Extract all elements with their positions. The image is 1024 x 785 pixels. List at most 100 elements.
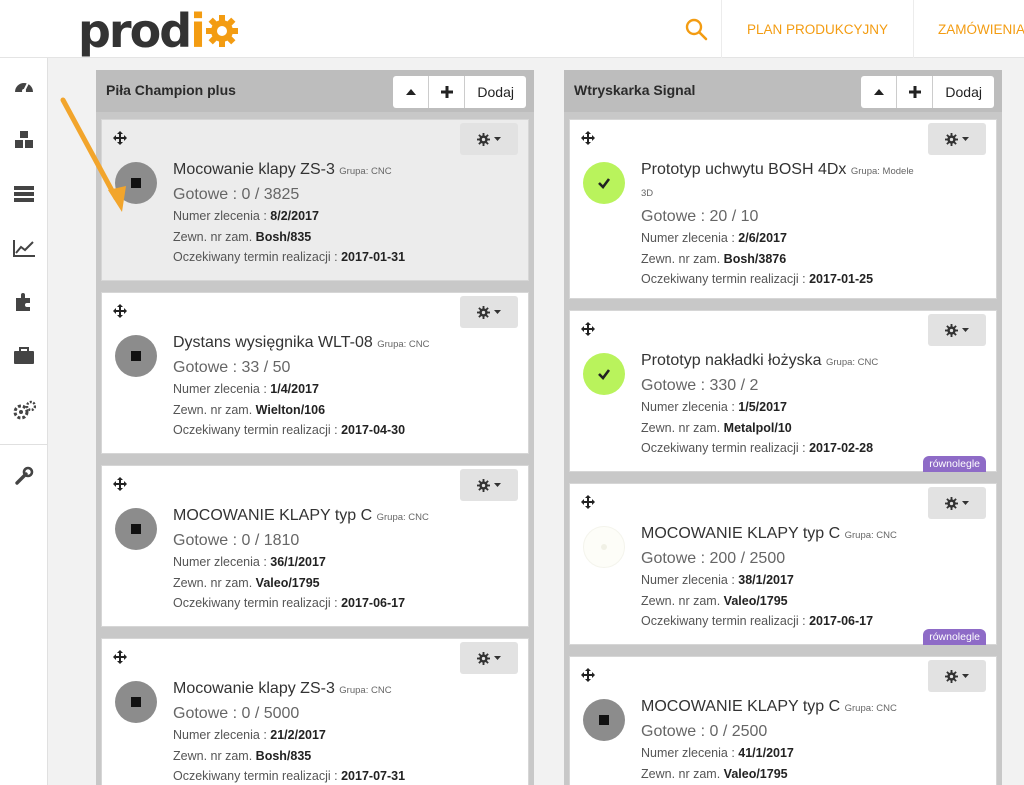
gear-icon (945, 669, 958, 683)
order-card[interactable]: MOCOWANIE KLAPY typ C Grupa: CNC Gotowe … (569, 656, 997, 785)
order-number: 1/5/2017 (738, 400, 787, 414)
machine-column-2: Wtryskarka Signal Dodaj Prototyp uchwytu… (564, 70, 1002, 785)
due-date: 2017-06-17 (341, 596, 406, 610)
sidebar-item-settings[interactable] (0, 390, 48, 430)
order-number-label: Numer zlecenia : (641, 231, 739, 245)
due-date: 2017-07-31 (341, 769, 406, 783)
done-label: Gotowe : (641, 377, 710, 394)
external-number: Valeo/1795 (255, 575, 320, 590)
sidebar-item-reports[interactable] (0, 228, 48, 268)
sidebar-item-products[interactable] (0, 120, 48, 160)
status-stop-icon[interactable] (115, 335, 157, 377)
done-label: Gotowe : (641, 208, 710, 225)
move-icon[interactable] (581, 668, 595, 687)
order-card[interactable]: Mocowanie klapy ZS-3 Grupa: CNC Gotowe :… (101, 119, 529, 281)
card-settings-button[interactable] (460, 469, 518, 501)
status-stop-icon[interactable] (115, 508, 157, 550)
add-plus-button[interactable] (897, 76, 934, 108)
due-date: 2017-04-30 (341, 423, 406, 437)
order-title: Prototyp nakładki łożyska (641, 352, 822, 369)
card-settings-button[interactable] (460, 123, 518, 155)
due-date-label: Oczekiwany termin realizacji : (641, 441, 810, 455)
search-icon (685, 18, 707, 41)
gear-icon (477, 132, 490, 146)
order-group: Grupa: CNC (377, 339, 430, 350)
card-settings-button[interactable] (928, 123, 986, 155)
logo-accent: i (190, 4, 206, 58)
gear-icon (945, 132, 958, 146)
order-number: 38/1/2017 (738, 573, 794, 587)
parallel-badge: równolegle (923, 629, 986, 645)
card-settings-button[interactable] (928, 314, 986, 346)
move-icon[interactable] (113, 477, 127, 496)
caret-down-icon (962, 674, 969, 678)
order-title: MOCOWANIE KLAPY typ C (641, 525, 841, 542)
order-title: MOCOWANIE KLAPY typ C (173, 507, 373, 524)
column-button-group: Dodaj (861, 76, 994, 108)
plus-icon (908, 86, 921, 98)
caret-down-icon (962, 137, 969, 141)
caret-down-icon (494, 137, 501, 141)
sidebar-item-tools[interactable] (0, 456, 48, 496)
order-card[interactable]: Mocowanie klapy ZS-3 Grupa: CNC Gotowe :… (101, 638, 529, 785)
move-icon[interactable] (581, 322, 595, 341)
nav-orders[interactable]: ZAMÓWIENIA (938, 0, 1024, 58)
order-card[interactable]: MOCOWANIE KLAPY typ C Grupa: CNC Gotowe … (101, 465, 529, 627)
status-progress-icon[interactable] (583, 526, 625, 568)
order-card[interactable]: Dystans wysięgnika WLT-08 Grupa: CNC Got… (101, 292, 529, 454)
wrench-icon (15, 466, 34, 485)
status-done-icon[interactable] (583, 353, 625, 395)
status-stop-icon[interactable] (583, 699, 625, 741)
done-value: 33 / 50 (241, 359, 291, 376)
card-settings-button[interactable] (460, 642, 518, 674)
collapse-column-button[interactable] (861, 76, 898, 108)
order-number: 36/1/2017 (270, 555, 326, 569)
status-done-icon[interactable] (583, 162, 625, 204)
nav-production-plan[interactable]: PLAN PRODUKCYJNY (722, 0, 914, 58)
done-label: Gotowe : (173, 359, 242, 376)
move-icon[interactable] (113, 304, 127, 323)
sidebar (0, 58, 48, 785)
done-value: 200 / 2500 (709, 550, 786, 567)
plus-icon (440, 86, 453, 98)
order-number-label: Numer zlecenia : (173, 209, 271, 223)
card-settings-button[interactable] (928, 660, 986, 692)
card-settings-button[interactable] (460, 296, 518, 328)
done-label: Gotowe : (173, 186, 242, 203)
order-card[interactable]: MOCOWANIE KLAPY typ C Grupa: CNC Gotowe … (569, 483, 997, 645)
sidebar-item-integrations[interactable] (0, 282, 48, 322)
search-button[interactable] (670, 0, 722, 58)
order-number-label: Numer zlecenia : (641, 400, 739, 414)
prodio-logo[interactable]: prodi (78, 4, 240, 58)
order-group: Grupa: CNC (339, 685, 392, 696)
move-icon[interactable] (581, 495, 595, 514)
sidebar-item-resources[interactable] (0, 174, 48, 214)
briefcase-icon (14, 347, 34, 364)
order-group: Grupa: CNC (376, 512, 429, 523)
done-value: 0 / 1810 (241, 532, 300, 549)
order-number: 21/2/2017 (270, 728, 326, 742)
card-settings-button[interactable] (928, 487, 986, 519)
add-plus-button[interactable] (429, 76, 466, 108)
add-order-button[interactable]: Dodaj (465, 76, 526, 108)
collapse-column-button[interactable] (393, 76, 430, 108)
machine-column-1: Piła Champion plus Dodaj Mocowanie klapy… (96, 70, 534, 785)
order-card[interactable]: Prototyp uchwytu BOSH 4Dx Grupa: Modele … (569, 119, 997, 299)
sidebar-item-dashboard[interactable] (0, 66, 48, 106)
done-value: 0 / 5000 (241, 705, 300, 722)
external-number: Wielton/106 (255, 402, 326, 417)
move-icon[interactable] (113, 650, 127, 669)
caret-down-icon (962, 328, 969, 332)
add-order-button[interactable]: Dodaj (933, 76, 994, 108)
due-date-label: Oczekiwany termin realizacji : (173, 596, 342, 610)
order-title: Mocowanie klapy ZS-3 (173, 161, 335, 178)
status-stop-icon[interactable] (115, 681, 157, 723)
order-number-label: Numer zlecenia : (173, 555, 271, 569)
parallel-badge: równolegle (923, 456, 986, 472)
server-icon (14, 186, 34, 202)
order-card[interactable]: Prototyp nakładki łożyska Grupa: CNC Got… (569, 310, 997, 472)
done-value: 0 / 2500 (709, 723, 768, 740)
move-icon[interactable] (581, 131, 595, 150)
sidebar-item-orders[interactable] (0, 336, 48, 376)
order-group: Grupa: CNC (844, 703, 897, 714)
